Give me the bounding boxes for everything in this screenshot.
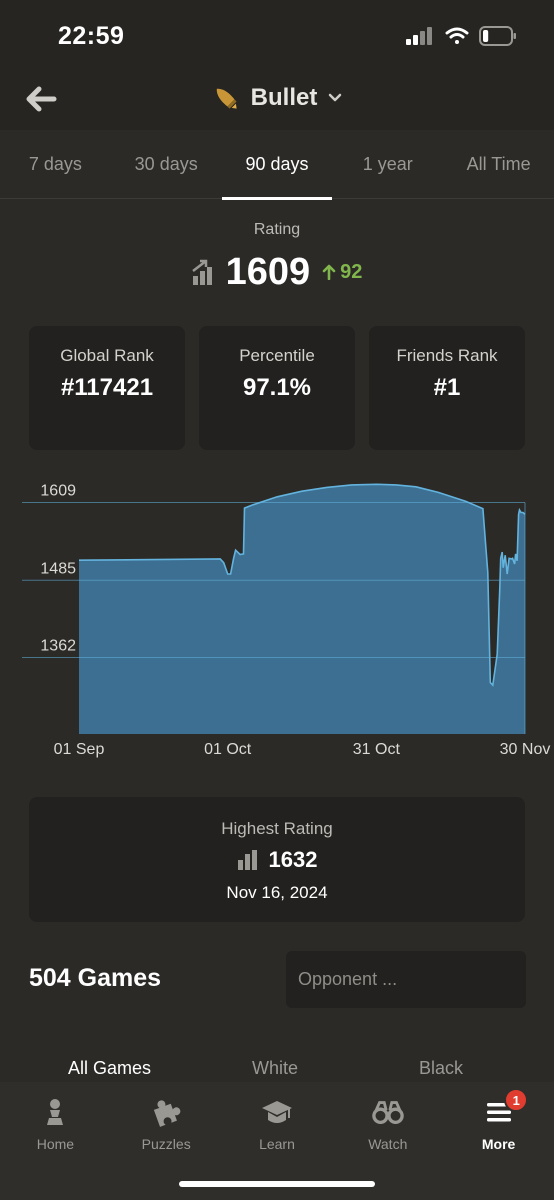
filter-black[interactable]: Black xyxy=(419,1058,463,1079)
arrow-up-icon xyxy=(322,264,336,280)
opponent-search-box[interactable] xyxy=(286,951,530,1008)
time-range-tabs: 7 days 30 days 90 days 1 year All Time xyxy=(0,130,554,200)
nav-more-label: More xyxy=(481,1136,516,1152)
percentile-value: 97.1% xyxy=(242,374,312,401)
tab-1-year[interactable]: 1 year xyxy=(332,130,443,199)
rating-history-chart[interactable]: 1609 1485 1362 01 Sep 01 Oct 31 Oct 30 Nov xyxy=(0,470,554,770)
header: Bullet xyxy=(0,66,554,130)
binoculars-icon xyxy=(372,1101,404,1124)
global-rank-value: #117421 xyxy=(60,374,154,401)
pawn-icon xyxy=(47,1099,64,1125)
highest-rating-value: 1632 xyxy=(268,847,318,872)
percentile-label: Percentile xyxy=(239,346,315,365)
highest-rating-card: Highest Rating 1632 Nov 16, 2024 xyxy=(29,797,525,922)
x-tick-label: 30 Nov xyxy=(500,741,551,758)
x-tick-label: 31 Oct xyxy=(353,741,401,758)
tab-30-days[interactable]: 30 days xyxy=(111,130,222,199)
nav-more[interactable]: More 1 xyxy=(443,1082,554,1200)
wifi-icon xyxy=(445,27,469,44)
tab-all-time[interactable]: All Time xyxy=(443,130,554,199)
y-tick-label: 1609 xyxy=(40,482,76,499)
highest-rating-label: Highest Rating xyxy=(221,819,333,838)
tab-90-days[interactable]: 90 days xyxy=(221,130,333,200)
trend-up-icon xyxy=(191,259,212,285)
graduation-cap-icon xyxy=(261,1101,292,1123)
chevron-down-icon xyxy=(329,93,342,102)
games-count: 504 Games xyxy=(29,964,162,992)
bar-chart-icon xyxy=(237,850,257,870)
notification-badge: 1 xyxy=(504,1088,529,1112)
nav-puzzles-label: Puzzles xyxy=(141,1136,191,1152)
signal-icon xyxy=(406,27,432,45)
rating-label: Rating xyxy=(253,221,301,238)
status-icons xyxy=(406,26,516,46)
filter-all-games[interactable]: All Games xyxy=(68,1058,151,1079)
tab-7-days[interactable]: 7 days xyxy=(0,130,111,199)
opponent-search-input[interactable] xyxy=(286,969,530,990)
game-type-selector[interactable]: Bullet xyxy=(0,80,554,116)
x-tick-label: 01 Sep xyxy=(54,741,105,758)
status-bar: 22:59 xyxy=(0,0,554,66)
puzzle-icon xyxy=(154,1100,181,1127)
nav-home[interactable]: Home xyxy=(0,1082,111,1200)
friends-rank-label: Friends Rank xyxy=(396,346,498,365)
filter-white[interactable]: White xyxy=(252,1058,298,1079)
home-indicator xyxy=(179,1181,375,1187)
friends-rank-card[interactable]: Friends Rank #1 xyxy=(369,326,525,450)
rating-value: 1609 xyxy=(225,250,311,293)
y-tick-label: 1362 xyxy=(40,637,76,654)
friends-rank-value: #1 xyxy=(433,374,461,401)
percentile-card[interactable]: Percentile 97.1% xyxy=(199,326,355,450)
rating-change: 92 xyxy=(322,261,362,284)
status-time: 22:59 xyxy=(58,22,125,50)
y-tick-label: 1485 xyxy=(40,560,76,577)
nav-home-label: Home xyxy=(36,1136,75,1152)
page-title: Bullet xyxy=(250,84,318,111)
battery-icon xyxy=(479,26,516,46)
nav-learn-label: Learn xyxy=(259,1136,295,1152)
global-rank-card[interactable]: Global Rank #117421 xyxy=(29,326,185,450)
bullet-rocket-icon xyxy=(216,88,237,109)
highest-rating-date: Nov 16, 2024 xyxy=(226,883,328,902)
rating-row: 1609 92 xyxy=(0,248,554,296)
nav-watch-label: Watch xyxy=(368,1136,408,1152)
rating-change-value: 92 xyxy=(340,260,363,283)
x-tick-label: 01 Oct xyxy=(204,741,252,758)
chart-area xyxy=(79,484,525,734)
global-rank-label: Global Rank xyxy=(60,346,154,365)
